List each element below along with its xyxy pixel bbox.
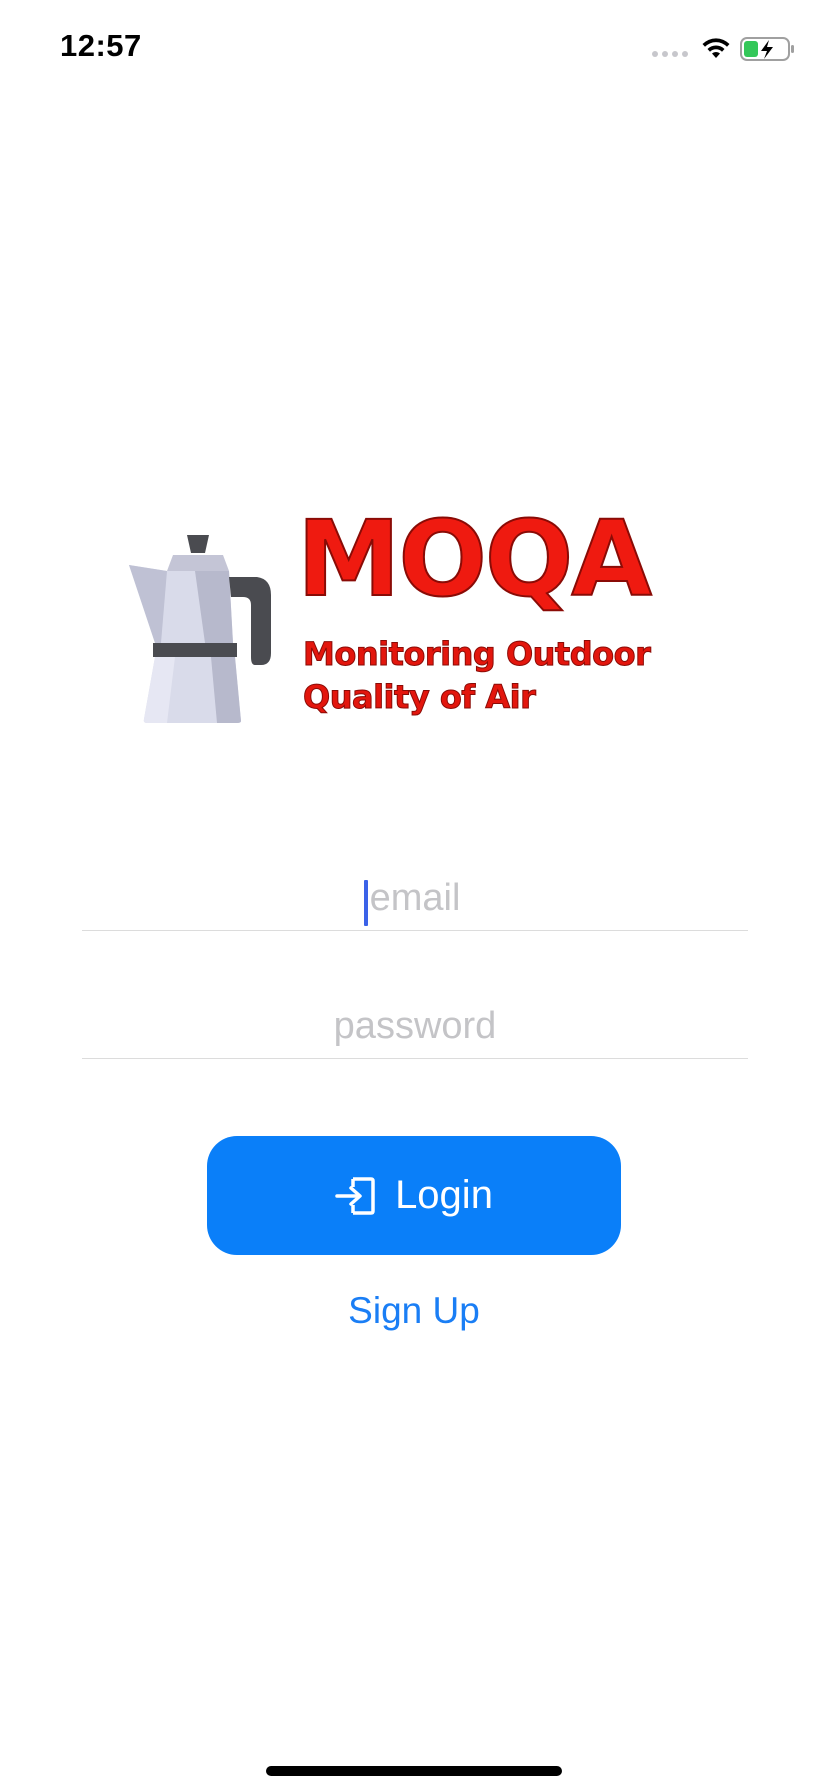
email-field-container: [82, 866, 748, 931]
moka-pot-icon: [129, 535, 271, 723]
text-cursor: [364, 880, 368, 926]
sign-up-link[interactable]: Sign Up: [0, 1290, 828, 1332]
login-button-label: Login: [395, 1173, 493, 1217]
password-field-container: [82, 994, 748, 1059]
logo-title: MOQA: [296, 498, 653, 620]
password-field[interactable]: [82, 994, 748, 1058]
cellular-signal-icon: [652, 51, 688, 57]
wifi-icon: [702, 38, 730, 58]
app-logo: MOQA Monitoring Outdoor Quality of Air: [125, 498, 705, 735]
login-icon: [335, 1176, 375, 1215]
status-bar: 12:57: [0, 0, 828, 100]
login-button[interactable]: Login: [207, 1136, 621, 1255]
home-indicator[interactable]: [266, 1766, 562, 1776]
battery-charging-icon: [740, 37, 794, 61]
email-field[interactable]: [82, 866, 748, 930]
logo-subtitle: Monitoring Outdoor Quality of Air: [302, 635, 651, 717]
status-time: 12:57: [60, 28, 142, 63]
